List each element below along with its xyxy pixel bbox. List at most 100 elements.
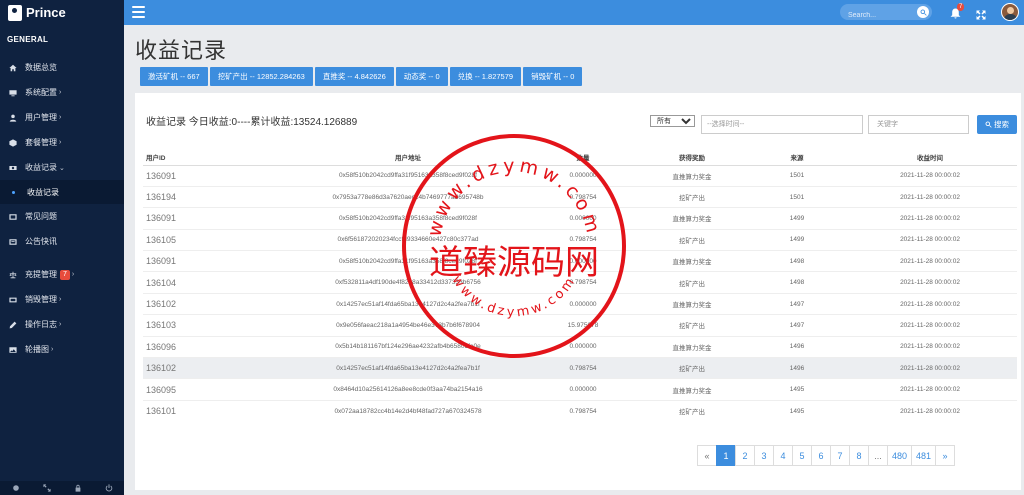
- gear-icon[interactable]: [12, 484, 20, 492]
- search-icon: [985, 121, 992, 128]
- search-icon[interactable]: [917, 6, 929, 18]
- cell-time: 2021-11-28 00:00:02: [843, 292, 1017, 315]
- stat-exchange[interactable]: 兑换 -- 1.827579: [449, 67, 522, 86]
- sidebar-item-dashboard[interactable]: 数据总览: [0, 55, 124, 80]
- page-button[interactable]: 3: [754, 445, 774, 466]
- page-button[interactable]: 2: [735, 445, 755, 466]
- page-button[interactable]: 7: [830, 445, 850, 466]
- sidebar-item-carousel[interactable]: 轮播图 ›: [0, 337, 124, 362]
- power-icon[interactable]: [105, 484, 113, 492]
- user-icon: [9, 114, 17, 122]
- sidebar-item-destroy[interactable]: 销毁管理 ›: [0, 287, 124, 312]
- sidebar-item-deposit-withdraw[interactable]: 充提管理 7 ›: [0, 262, 124, 287]
- cell-amount: 0.798754: [533, 228, 633, 251]
- cell-address: 0x5b14b181167bf124e296ae4232afb4b65803fe…: [283, 335, 533, 358]
- brand-name: Prince: [26, 5, 66, 20]
- brand[interactable]: Prince: [0, 0, 124, 25]
- fullscreen-icon[interactable]: [42, 484, 51, 492]
- stat-direct-reward[interactable]: 直推奖 -- 4.842626: [314, 67, 394, 86]
- table-row: 136194 0x7953a778e86d3a7620aec24b7469777a…: [143, 185, 1017, 208]
- cell-amount: 0.000000: [533, 335, 633, 358]
- records-panel: 收益记录 今日收益:0----累计收益:13524.126889 所有 搜索 用…: [135, 93, 1021, 490]
- page-next-button[interactable]: »: [935, 445, 956, 466]
- cell-amount: 0.000000: [533, 378, 633, 401]
- sidebar-subitem-earnings-records[interactable]: 收益记录: [0, 180, 124, 204]
- search-button[interactable]: 搜索: [977, 115, 1017, 134]
- column-header-reward: 获得奖励: [633, 150, 751, 166]
- table-row: 136091 0x58f510b2042cd9ffa31f95163a358f8c…: [143, 164, 1017, 187]
- cell-amount: 15.975078: [533, 314, 633, 337]
- cell-source: 1497: [751, 314, 843, 337]
- sidebar-item-earnings[interactable]: 收益记录 ⌄: [0, 155, 124, 180]
- cell-time: 2021-11-28 00:00:02: [843, 357, 1017, 379]
- sidebar-item-label: 销毁管理: [25, 295, 57, 304]
- cell-time: 2021-11-28 00:00:02: [843, 164, 1017, 187]
- lock-icon[interactable]: [74, 484, 82, 492]
- page-button[interactable]: 4: [773, 445, 793, 466]
- page-button[interactable]: 6: [811, 445, 831, 466]
- money-icon: [9, 164, 17, 172]
- cell-time: 2021-11-28 00:00:02: [843, 314, 1017, 337]
- pagination: «1 2 3 4 5 6 7 8... 480 481»: [697, 445, 956, 466]
- sidebar-item-system-config[interactable]: 系统配置 ›: [0, 80, 124, 105]
- cell-reward: 直推算力奖金: [633, 378, 751, 401]
- page-button[interactable]: 1: [716, 445, 736, 466]
- table-row: 136095 0x8464d10a25614126a8ee8cde0f3aa74b…: [143, 378, 1017, 401]
- sidebar-item-logs[interactable]: 操作日志 ›: [0, 312, 124, 337]
- column-header-address: 用户地址: [283, 150, 533, 166]
- stat-activated-miners[interactable]: 激活矿机 -- 667: [140, 67, 208, 86]
- expand-icon[interactable]: [976, 7, 986, 20]
- top-search-input[interactable]: [840, 7, 910, 24]
- cell-time: 2021-11-28 00:00:02: [843, 207, 1017, 230]
- date-filter-input[interactable]: [701, 115, 863, 134]
- cell-source: 1499: [751, 207, 843, 230]
- active-dot-icon: [12, 190, 15, 194]
- stat-dynamic-reward[interactable]: 动态奖 -- 0: [395, 67, 448, 86]
- page-button[interactable]: 481: [911, 445, 937, 466]
- column-header-user-id: 用户ID: [143, 150, 283, 166]
- cell-source: 1501: [751, 185, 843, 208]
- question-icon: [9, 213, 17, 221]
- page-button[interactable]: 5: [792, 445, 812, 466]
- sidebar-item-label: 数据总览: [25, 63, 57, 72]
- sidebar-item-label: 系统配置: [25, 88, 57, 97]
- notification-button[interactable]: 7: [950, 3, 965, 19]
- cell-amount: 0.798754: [533, 399, 633, 422]
- cell-reward: 挖矿产出: [633, 399, 751, 422]
- cell-amount: 0.000000: [533, 250, 633, 272]
- sidebar-item-label: 操作日志: [25, 320, 57, 329]
- cell-reward: 直推算力奖金: [633, 250, 751, 272]
- page-button[interactable]: 480: [887, 445, 913, 466]
- cell-user-id: 136091: [143, 250, 283, 272]
- menu-toggle-icon[interactable]: [132, 6, 145, 18]
- cell-source: 1498: [751, 250, 843, 272]
- chevron-right-icon: ›: [59, 139, 62, 146]
- cell-address: 0x58f510b2042cd9ffa31f95163a358f8ced9f02…: [283, 164, 533, 187]
- stat-destroyed-miners[interactable]: 销毁矿机 -- 0: [523, 67, 583, 86]
- table-row: 136101 0x072aa18782cc4b14e2d4bf48fad727a6…: [143, 399, 1017, 422]
- sidebar-item-users[interactable]: 用户管理 ›: [0, 105, 124, 130]
- sidebar-item-packages[interactable]: 套餐管理 ›: [0, 130, 124, 155]
- cell-amount: 0.000000: [533, 292, 633, 315]
- cell-time: 2021-11-28 00:00:02: [843, 185, 1017, 208]
- type-filter-select[interactable]: 所有: [650, 115, 695, 127]
- page-button[interactable]: 8: [849, 445, 869, 466]
- home-icon: [9, 64, 17, 72]
- user-avatar[interactable]: [1001, 3, 1019, 21]
- sidebar-footer: [0, 481, 124, 495]
- sidebar-item-label: 公告快讯: [25, 237, 57, 246]
- keyword-input[interactable]: [868, 115, 969, 134]
- cell-address: 0x58f510b2042cd9ffa31f95163a358f8ced9f02…: [283, 207, 533, 230]
- stat-mining-output[interactable]: 挖矿产出 -- 12852.284263: [209, 67, 313, 86]
- cell-amount: 0.000000: [533, 164, 633, 187]
- column-header-time: 收益时间: [843, 150, 1017, 166]
- sidebar-item-faq[interactable]: 常见问题: [0, 204, 124, 229]
- sidebar-item-announcements[interactable]: 公告快讯: [0, 229, 124, 254]
- cell-amount: 0.000000: [533, 207, 633, 230]
- chevron-right-icon: ›: [59, 114, 62, 121]
- sidebar-section-title: GENERAL: [7, 35, 49, 44]
- image-icon: [9, 346, 17, 354]
- sidebar-subitem-label: 收益记录: [27, 187, 59, 197]
- sidebar: Prince GENERAL 数据总览 系统配置 › 用户管理 › 套餐管理 ›…: [0, 0, 124, 495]
- notice-icon: [9, 238, 17, 246]
